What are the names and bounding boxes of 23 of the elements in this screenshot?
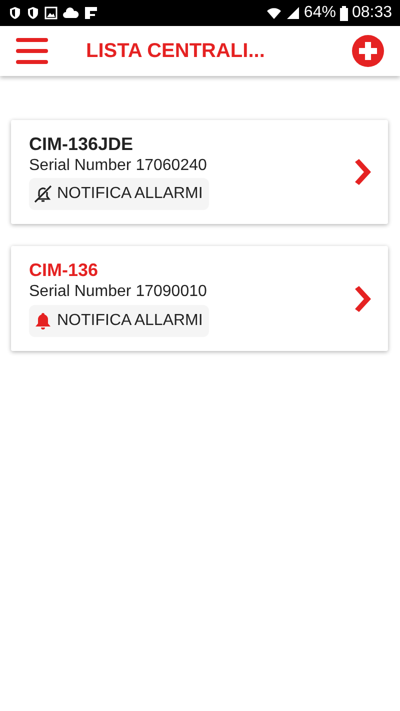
signal-icon (286, 6, 300, 20)
flag-icon (84, 6, 98, 20)
alarm-notification-toggle[interactable]: NOTIFICA ALLARMI (29, 178, 209, 210)
image-icon (44, 6, 58, 20)
page-title: LISTA CENTRALI... (86, 39, 266, 64)
shield-icon (26, 6, 40, 20)
add-icon[interactable] (352, 35, 384, 67)
menu-icon[interactable] (16, 38, 48, 64)
shield-icon (8, 6, 22, 20)
battery-icon (340, 6, 348, 20)
clock: 08:33 (352, 3, 392, 23)
alarm-notification-toggle[interactable]: NOTIFICA ALLARMI (29, 304, 209, 337)
device-card[interactable]: CIM-136JDE Serial Number 17060240 NOTIFICA ALLARMI (11, 120, 388, 224)
device-card[interactable]: CIM-136 Serial Number 17090010 NOTIFICA ALLARMI (11, 246, 388, 351)
chevron-right-icon[interactable] (352, 284, 372, 313)
battery-percentage: 64% (304, 3, 336, 23)
device-name: CIM-136JDE (29, 134, 134, 156)
serial-number: Serial Number 17060240 (29, 156, 207, 176)
device-name: CIM-136 (29, 260, 98, 282)
serial-number: Serial Number 17090010 (29, 282, 207, 302)
chevron-right-icon[interactable] (352, 158, 372, 186)
wifi-icon (266, 6, 282, 20)
cloud-icon (62, 7, 80, 19)
